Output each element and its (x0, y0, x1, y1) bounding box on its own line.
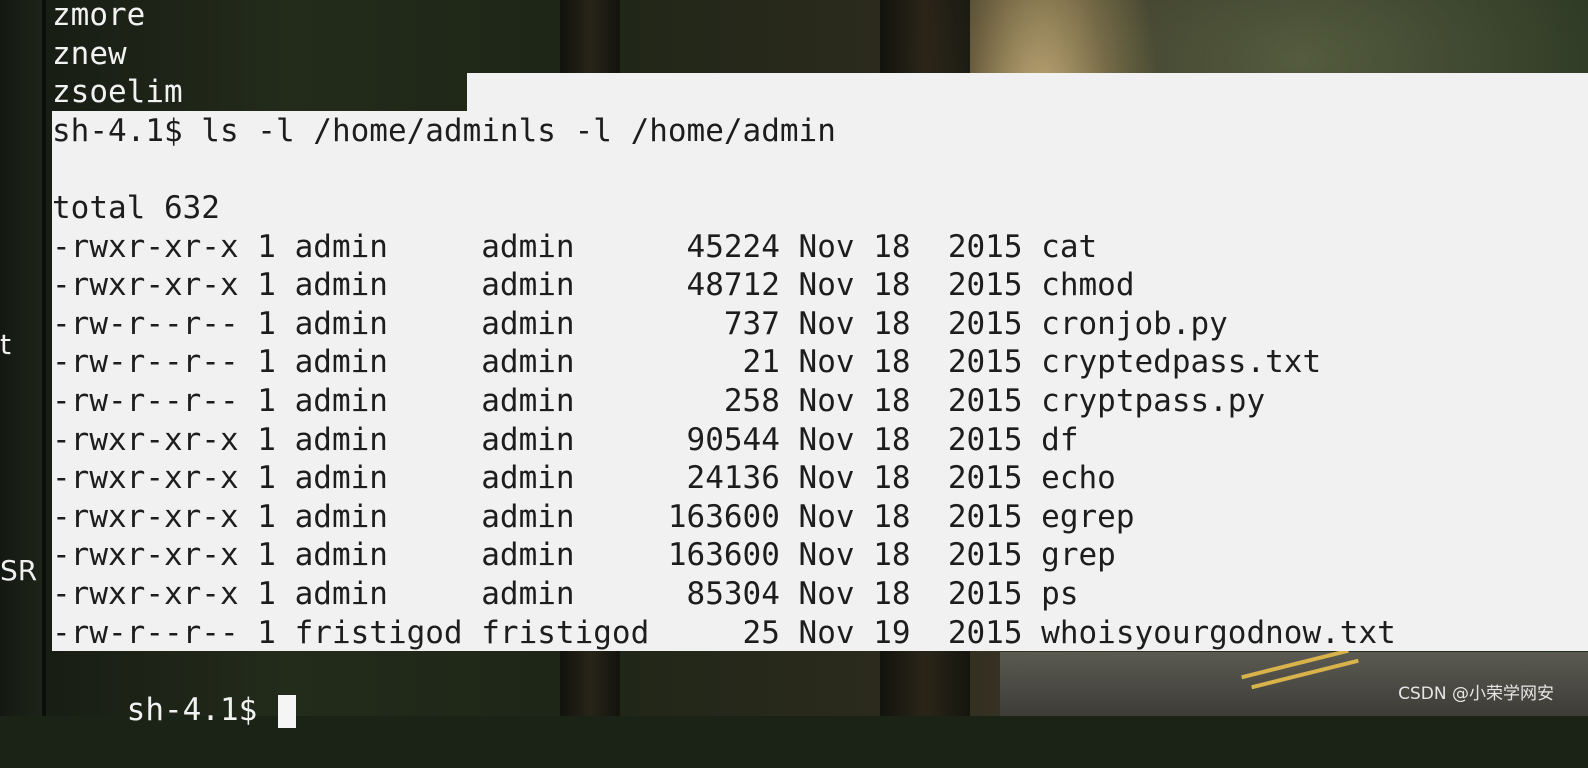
listing-row: -rwxr-xr-x 1 admin admin 85304 Nov 18 20… (52, 576, 1079, 612)
output-line: zmore (52, 0, 146, 33)
listing-row: -rw-r--r-- 1 admin admin 21 Nov 18 2015 … (52, 344, 1322, 381)
listing-row: -rwxr-xr-x 1 admin admin 24136 Nov 18 20… (52, 460, 1116, 497)
text-cursor (277, 694, 296, 728)
output-line: znew (52, 35, 127, 72)
listing-row: -rwxr-xr-x 1 admin admin 163600 Nov 18 2… (52, 537, 1116, 574)
output-line: zsoelim (52, 74, 183, 111)
listing-row: -rwxr-xr-x 1 admin admin 45224 Nov 18 20… (52, 228, 1098, 265)
selection-highlight (467, 73, 1588, 111)
listing-row: -rwxr-xr-x 1 admin admin 90544 Nov 18 20… (52, 421, 1079, 458)
left-dock-panel: t SR (0, 0, 46, 716)
dock-label: t (0, 328, 11, 361)
dock-label: SR (0, 554, 38, 587)
prompt-line[interactable]: sh-4.1$ (52, 652, 296, 728)
listing-row: -rw-r--r-- 1 admin admin 737 Nov 18 2015… (52, 305, 1228, 342)
listing-row: -rwxr-xr-x 1 admin admin 48712 Nov 18 20… (52, 267, 1135, 304)
shell-prompt: sh-4.1$ (126, 691, 276, 728)
listing-row: -rw-r--r-- 1 fristigod fristigod 25 Nov … (52, 614, 1396, 651)
command-line: sh-4.1$ ls -l /home/adminls -l /home/adm… (52, 112, 836, 149)
watermark: CSDN @小荣学网安 (1398, 684, 1554, 704)
listing-row: -rwxr-xr-x 1 admin admin 163600 Nov 18 2… (52, 498, 1135, 535)
total-line: total 632 (52, 190, 220, 226)
listing-row: -rw-r--r-- 1 admin admin 258 Nov 18 2015… (52, 383, 1266, 419)
